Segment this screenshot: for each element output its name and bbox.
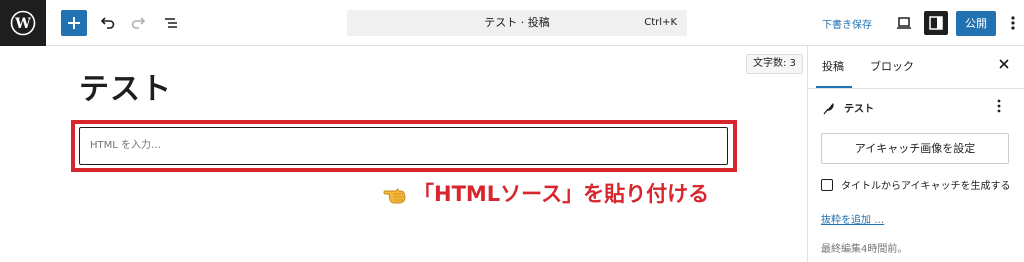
list-view-icon — [165, 18, 177, 28]
pointing-hand-icon — [383, 188, 406, 204]
generate-featured-image-checkbox[interactable] — [821, 178, 833, 191]
wordpress-logo-button[interactable]: W — [0, 0, 46, 46]
command-bar-title: テスト · 投稿 — [484, 16, 550, 29]
command-palette-bar[interactable]: テスト · 投稿 Ctrl+K — [347, 10, 687, 36]
more-vertical-icon — [997, 99, 1001, 113]
document-title: テスト — [844, 104, 874, 115]
wordpress-icon: W — [10, 10, 36, 36]
redo-icon — [131, 17, 146, 29]
tab-post[interactable]: 投稿 — [822, 46, 844, 88]
sidebar-icon — [929, 16, 943, 30]
close-icon — [999, 59, 1009, 69]
undo-button[interactable] — [96, 12, 118, 34]
redo-button[interactable] — [128, 12, 150, 34]
annotation-callout: 「HTMLソース」を貼り付ける — [383, 178, 709, 208]
annotation-text: 「HTMLソース」を貼り付ける — [413, 182, 710, 206]
editor-screen: W テスト · 投稿 Ctrl+K 下書き保存 公開 文字数: 3 テスト HT… — [0, 0, 1024, 262]
add-block-button[interactable] — [61, 10, 87, 36]
options-menu-button[interactable] — [1002, 12, 1024, 34]
svg-text:W: W — [14, 16, 31, 32]
settings-sidebar: 投稿 ブロック テスト アイキャッチ画像を設定 タイトルからアイキャッチを生成す… — [807, 46, 1024, 262]
publish-button[interactable]: 公開 — [956, 11, 996, 36]
post-title[interactable]: テスト — [79, 64, 172, 108]
document-overview-button[interactable] — [160, 12, 182, 34]
word-count-badge: 文字数: 3 — [746, 54, 803, 74]
undo-icon — [100, 17, 115, 29]
document-summary: テスト — [822, 100, 874, 115]
plus-icon — [68, 17, 80, 29]
add-excerpt-link[interactable]: 抜粋を追加 … — [821, 211, 884, 226]
set-featured-image-button[interactable]: アイキャッチ画像を設定 — [821, 133, 1009, 164]
keyboard-shortcut: Ctrl+K — [644, 17, 677, 28]
more-vertical-icon — [1011, 16, 1015, 30]
html-input-field[interactable]: HTML を入力… — [79, 127, 728, 165]
settings-sidebar-toggle[interactable] — [924, 11, 948, 35]
tabs-divider — [808, 88, 1024, 89]
desktop-preview-icon — [897, 17, 911, 29]
generate-featured-image-row[interactable]: タイトルからアイキャッチを生成する — [821, 177, 1011, 192]
document-actions-button[interactable] — [996, 98, 1002, 118]
save-draft-button[interactable]: 下書き保存 — [822, 16, 872, 31]
tab-block[interactable]: ブロック — [870, 46, 914, 88]
close-sidebar-button[interactable] — [998, 58, 1010, 74]
preview-button[interactable] — [893, 12, 915, 34]
generate-featured-image-label: タイトルからアイキャッチを生成する — [841, 181, 1011, 192]
top-toolbar: W テスト · 投稿 Ctrl+K 下書き保存 公開 — [0, 0, 1024, 46]
post-feather-icon — [823, 102, 834, 114]
last-edited-text: 最終編集4時間前。 — [821, 244, 908, 255]
